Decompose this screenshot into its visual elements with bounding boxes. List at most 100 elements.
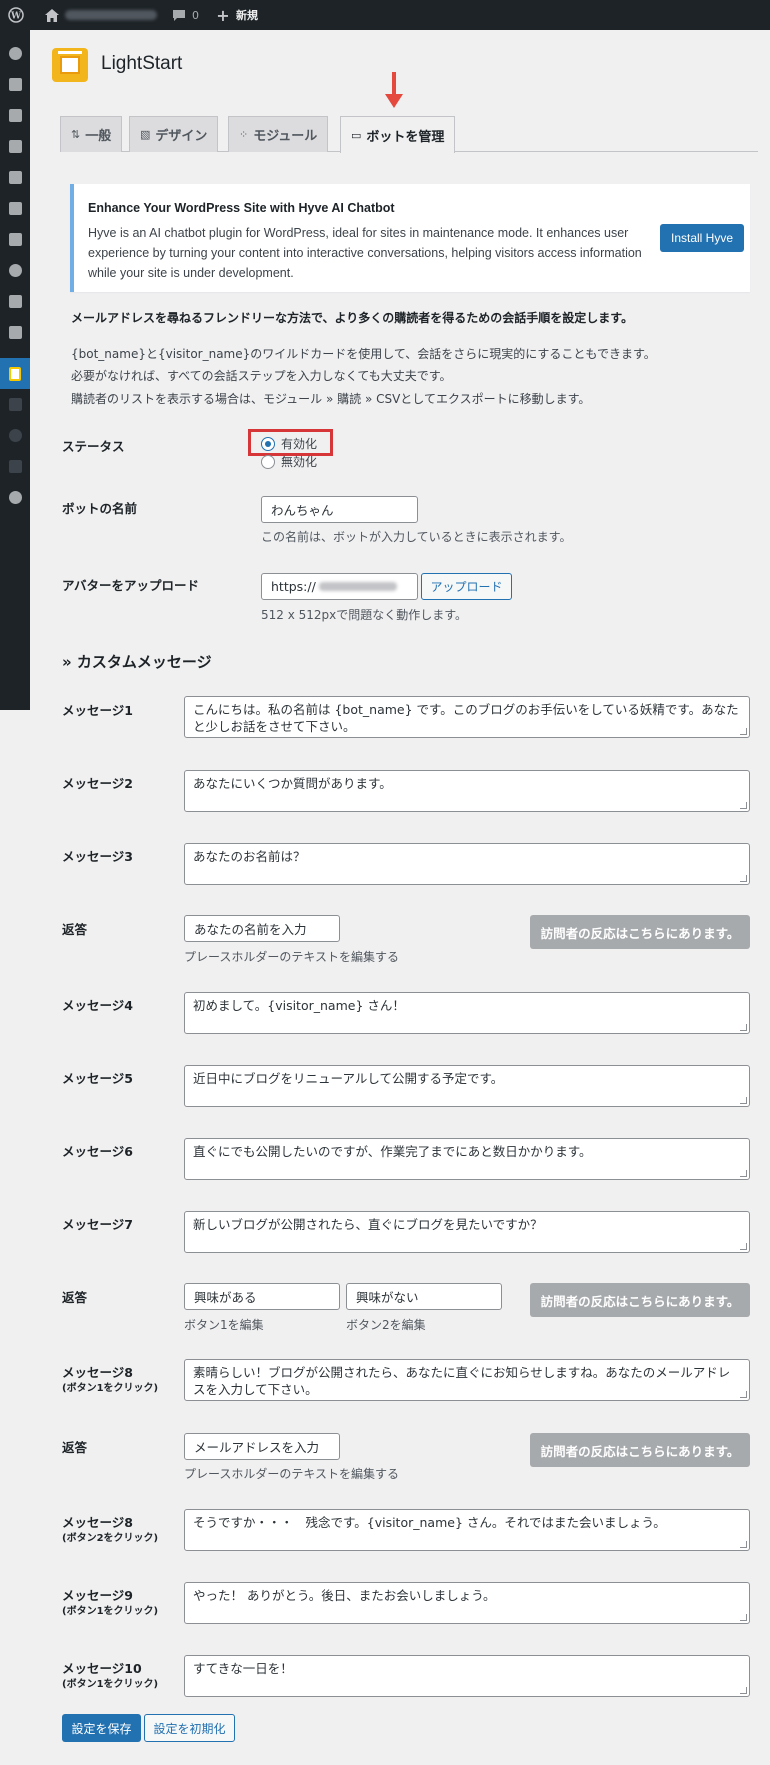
message-8b-textarea[interactable]: そうですか・・・ 残念です。{visitor_name} さん。それではまた会い… xyxy=(184,1509,750,1551)
reply-2-help-1: ボタン1を編集 xyxy=(184,1318,264,1332)
message-8a-sub: (ボタン1をクリック) xyxy=(62,1383,159,1394)
reply-3-placeholder-input[interactable]: メールアドレスを入力 xyxy=(184,1433,340,1460)
message-6-textarea[interactable]: 直ぐにでも公開したいのですが、作業完了までにあと数日かかります。 xyxy=(184,1138,750,1180)
avatar-label: アバターをアップロード xyxy=(62,578,200,593)
reset-settings-button[interactable]: 設定を初期化 xyxy=(144,1714,235,1742)
lightstart-logo xyxy=(52,48,88,82)
tab-modules[interactable]: ⁘ モジュール xyxy=(228,116,329,152)
posts-pin-icon[interactable] xyxy=(0,69,30,100)
pages-icon[interactable] xyxy=(0,131,30,162)
tab-label: モジュール xyxy=(253,129,318,144)
annotation-arrow xyxy=(385,72,403,112)
message-2-label: メッセージ2 xyxy=(62,776,133,791)
home-icon xyxy=(44,7,60,23)
users-icon[interactable] xyxy=(0,255,30,286)
comments-icon[interactable] xyxy=(0,162,30,193)
tab-design[interactable]: ▧ デザイン xyxy=(129,116,219,152)
settings-icon[interactable] xyxy=(0,317,30,348)
message-10-title: メッセージ10 xyxy=(62,1661,142,1676)
avatar-url-blurred xyxy=(318,582,397,591)
plugins-icon[interactable] xyxy=(0,224,30,255)
image-icon: ▧ xyxy=(140,128,151,141)
admin-bar: W 0 + 新規 xyxy=(0,0,770,30)
message-9-sub: (ボタン1をクリック) xyxy=(62,1606,159,1617)
save-settings-button[interactable]: 設定を保存 xyxy=(62,1714,141,1742)
message-9-textarea[interactable]: やった！ ありがとう。後日、またお会いしましょう。 xyxy=(184,1582,750,1624)
status-label: ステータス xyxy=(62,439,125,454)
lightstart-menu-icon[interactable] xyxy=(0,358,30,389)
status-enabled-radio[interactable]: 有効化 xyxy=(261,435,317,452)
comments-link[interactable]: 0 xyxy=(171,7,199,23)
message-5-label: メッセージ5 xyxy=(62,1071,133,1086)
message-3-textarea[interactable]: あなたのお名前は？ xyxy=(184,843,750,885)
reply-1-placeholder-input[interactable]: あなたの名前を入力 xyxy=(184,915,340,942)
visitor-response-button-1[interactable]: 訪問者の反応はこちらにあります。 xyxy=(530,915,750,949)
avatar-url-prefix: https:// xyxy=(271,579,316,594)
message-1-label: メッセージ1 xyxy=(62,703,133,718)
message-10-sub: (ボタン1をクリック) xyxy=(62,1679,159,1690)
message-7-label: メッセージ7 xyxy=(62,1217,133,1232)
message-2-textarea[interactable]: あなたにいくつか質問があります。 xyxy=(184,770,750,812)
tab-label: 一般 xyxy=(85,129,112,144)
message-1-textarea[interactable]: こんにちは。私の名前は {bot_name} です。このブログのお手伝いをしてい… xyxy=(184,696,750,738)
new-content-link[interactable]: + 新規 xyxy=(215,5,258,25)
reply-2-button2-input[interactable]: 興味がない xyxy=(346,1283,502,1310)
site-name-blurred xyxy=(65,10,157,20)
reply-2-button1-input[interactable]: 興味がある xyxy=(184,1283,340,1310)
avatar-help: 512 x 512pxで問題なく動作します。 xyxy=(261,608,468,622)
tools-wrench-icon[interactable] xyxy=(0,286,30,317)
sliders-icon: ⇅ xyxy=(71,128,81,141)
visitor-response-button-3[interactable]: 訪問者の反応はこちらにあります。 xyxy=(530,1433,750,1467)
visitor-response-button-2[interactable]: 訪問者の反応はこちらにあります。 xyxy=(530,1283,750,1317)
intro-heading: メールアドレスを尋ねるフレンドリーな方法で、より多くの購読者を得るための会話手順… xyxy=(71,311,634,325)
plugin-menu-icon-2[interactable] xyxy=(0,420,30,451)
message-7-textarea[interactable]: 新しいブログが公開されたら、直ぐにブログを見たいですか？ xyxy=(184,1211,750,1253)
status-disabled-radio[interactable]: 無効化 xyxy=(261,453,317,470)
bot-name-help: この名前は、ボットが入力しているときに表示されます。 xyxy=(261,530,572,544)
svg-text:W: W xyxy=(10,12,22,22)
bot-name-input[interactable]: わんちゃん xyxy=(261,496,418,523)
collapse-menu-icon[interactable] xyxy=(0,482,30,513)
intro-line-2: 必要がなければ、すべての会話ステップを入力しなくても大丈夫です。 xyxy=(71,369,452,383)
reply-2-label: 返答 xyxy=(62,1290,88,1305)
tab-bar: ⇅ 一般 ▧ デザイン ⁘ モジュール ▭ ボットを管理 xyxy=(60,116,758,153)
message-9-label: メッセージ9 (ボタン1をクリック) xyxy=(62,1588,158,1620)
avatar-url-input[interactable]: https:// xyxy=(261,573,418,600)
tab-manage-bot[interactable]: ▭ ボットを管理 xyxy=(340,116,456,153)
message-9-title: メッセージ9 xyxy=(62,1588,133,1603)
reply-3-help: プレースホルダーのテキストを編集する xyxy=(184,1467,400,1481)
chat-bubble-icon: ▭ xyxy=(351,128,362,142)
site-name-link[interactable] xyxy=(44,7,157,23)
message-8a-textarea[interactable]: 素晴らしい！ブログが公開されたら、あなたに直ぐにお知らせしますね。あなたのメール… xyxy=(184,1359,750,1401)
tab-general[interactable]: ⇅ 一般 xyxy=(60,116,123,152)
plugin-menu-icon-1[interactable] xyxy=(0,389,30,420)
plugin-menu-icon-3[interactable] xyxy=(0,451,30,482)
dashboard-icon[interactable] xyxy=(0,38,30,69)
message-4-textarea[interactable]: 初めまして。{visitor_name} さん！ xyxy=(184,992,750,1034)
bot-name-label: ボットの名前 xyxy=(62,501,138,516)
message-5-textarea[interactable]: 近日中にブログをリニューアルして公開する予定です。 xyxy=(184,1065,750,1107)
notice-body: Hyve is an AI chatbot plugin for WordPre… xyxy=(88,226,642,280)
plus-icon: + xyxy=(216,5,230,25)
message-6-label: メッセージ6 xyxy=(62,1144,133,1159)
radio-unselected xyxy=(261,454,275,469)
admin-sidebar xyxy=(0,30,30,710)
radio-label-enabled: 有効化 xyxy=(281,437,318,451)
reply-1-help: プレースホルダーのテキストを編集する xyxy=(184,950,400,964)
message-10-textarea[interactable]: すてきな一日を！ xyxy=(184,1655,750,1697)
intro-line-3: 購読者のリストを表示する場合は、モジュール » 購読 » CSVとしてエクスポー… xyxy=(71,392,591,406)
radio-label-disabled: 無効化 xyxy=(281,455,318,469)
install-hyve-button[interactable]: Install Hyve xyxy=(660,224,744,252)
appearance-brush-icon[interactable] xyxy=(0,193,30,224)
tab-label: ボットを管理 xyxy=(366,129,445,145)
tab-label: デザイン xyxy=(155,129,208,144)
message-8b-title: メッセージ8 xyxy=(62,1515,133,1530)
message-10-label: メッセージ10 (ボタン1をクリック) xyxy=(62,1661,158,1693)
notice-title: Enhance Your WordPress Site with Hyve AI… xyxy=(88,201,395,215)
wordpress-logo-icon[interactable]: W xyxy=(8,7,24,23)
message-8b-label: メッセージ8 (ボタン2をクリック) xyxy=(62,1515,158,1547)
new-label: 新規 xyxy=(236,9,258,22)
reply-3-label: 返答 xyxy=(62,1440,88,1455)
upload-button[interactable]: アップロード xyxy=(421,573,512,600)
media-icon[interactable] xyxy=(0,100,30,131)
